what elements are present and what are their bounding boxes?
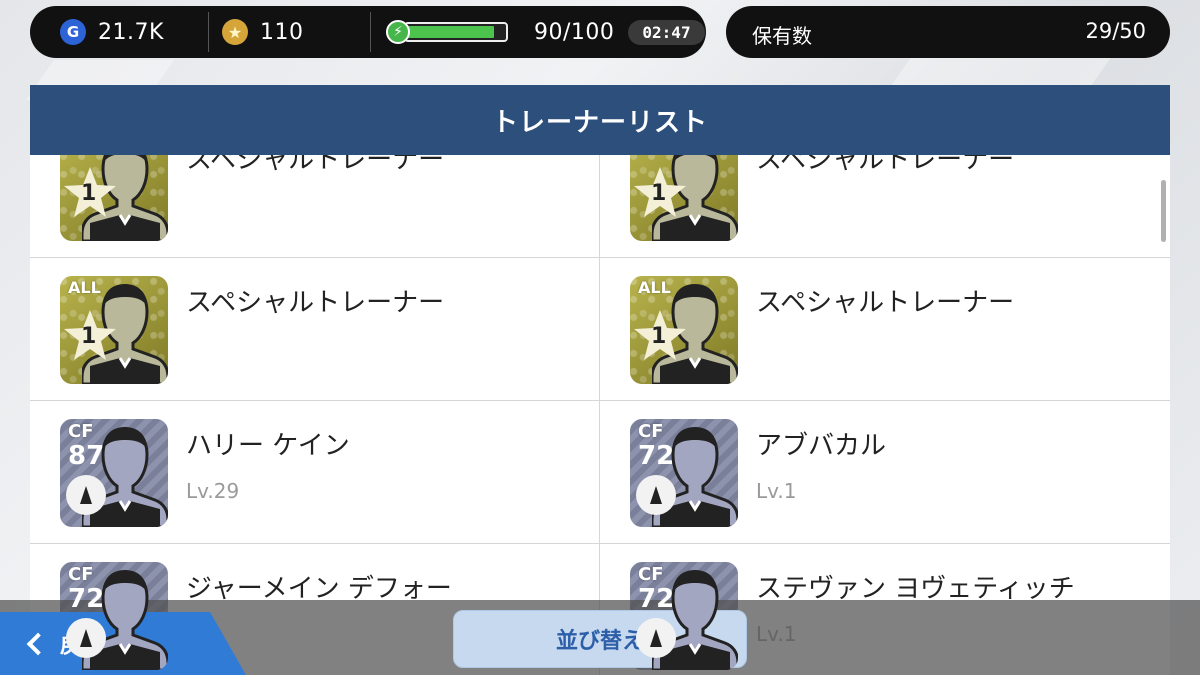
trainer-badge: ALL <box>638 278 671 297</box>
divider <box>208 12 209 52</box>
coin-value: 110 <box>260 19 304 45</box>
trainer-card[interactable]: ALL1 スペシャルトレーナー <box>600 155 1170 257</box>
trainer-row: ALL1 スペシャルトレーナー ALL1 スペシャルトレーナー <box>30 155 1170 258</box>
trainer-thumbnail: CF 87 <box>60 419 168 527</box>
trainer-rating: 72 <box>638 441 675 471</box>
trainer-card[interactable]: CF 87 ハリー ケイン Lv.29 <box>30 401 600 543</box>
gp-value: 21.7K <box>98 19 164 45</box>
trainer-position: CF <box>638 421 664 442</box>
energy-value: 90/100 <box>534 19 615 45</box>
trainer-level: Lv.1 <box>756 479 797 503</box>
divider <box>370 12 371 52</box>
g-coin-icon: G <box>60 19 86 45</box>
background-stripe <box>889 58 1111 88</box>
trainer-row: CF 87 ハリー ケイン Lv.29 CF 72 アブバカル Lv.1 <box>30 401 1170 544</box>
trainer-list-panel: トレーナーリスト ALL1スペシャルトレーナーALL1スペシャルトレーナーALL… <box>30 85 1170 675</box>
trainer-row: ALL 1 スペシャルトレーナー ALL 1 スペシャルトレーナー <box>30 258 1170 401</box>
trainer-position: CF <box>638 564 664 585</box>
trainer-position: CF <box>68 421 94 442</box>
owned-label: 保有数 <box>752 24 812 48</box>
trainer-card[interactable]: ALL1 スペシャルトレーナー <box>30 155 600 257</box>
trainer-name: スペシャルトレーナー <box>756 155 1015 175</box>
trainer-name: スペシャルトレーナー <box>186 288 445 318</box>
trainer-name: スペシャルトレーナー <box>756 288 1015 318</box>
trainer-rating: 72 <box>638 584 675 614</box>
star-coin-icon: ★ <box>222 19 248 45</box>
trainer-star-number: 1 <box>81 324 97 349</box>
cone-icon <box>636 618 676 658</box>
trainer-list[interactable]: ALL1スペシャルトレーナーALL1スペシャルトレーナーALL1スペシャルトレー… <box>30 155 1170 675</box>
trainer-position: CF <box>68 564 94 585</box>
trainer-thumbnail: ALL1 <box>630 155 738 241</box>
trainer-card[interactable]: ALL 1 スペシャルトレーナー <box>30 258 600 400</box>
cone-icon <box>636 475 676 515</box>
trainer-star-number: 1 <box>651 324 667 349</box>
energy-bar <box>404 22 508 42</box>
gp-display: G 21.7K <box>60 6 164 58</box>
trainer-name: スペシャルトレーナー <box>186 155 445 175</box>
chevron-left-icon <box>26 632 50 655</box>
trainer-thumbnail: ALL 1 <box>630 276 738 384</box>
trainer-name: ハリー ケイン <box>186 431 350 461</box>
trainer-card[interactable]: ALL 1 スペシャルトレーナー <box>600 258 1170 400</box>
trainer-name: アブバカル <box>756 431 887 461</box>
energy-display[interactable]: ⚡ 90/100 02:47 <box>386 6 705 58</box>
trainer-level: Lv.29 <box>186 479 240 503</box>
owned-value: 29/50 <box>1085 19 1146 43</box>
energy-timer: 02:47 <box>628 19 705 45</box>
panel-title: トレーナーリスト <box>30 85 1170 155</box>
trainer-star-number: 1 <box>81 181 97 206</box>
trainer-card[interactable]: CF 72 アブバカル Lv.1 <box>600 401 1170 543</box>
trainer-thumbnail: ALL 1 <box>60 276 168 384</box>
scrollbar[interactable] <box>1161 180 1166 242</box>
trainer-rating: 72 <box>68 584 105 614</box>
resource-bar: G 21.7K ★ 110 ⚡ 90/100 02:47 <box>30 6 706 58</box>
owned-count-bar: 保有数 29/50 <box>726 6 1170 58</box>
lightning-icon: ⚡ <box>386 20 410 44</box>
trainer-thumbnail: CF 72 <box>630 419 738 527</box>
cone-icon <box>66 475 106 515</box>
trainer-badge: ALL <box>68 278 101 297</box>
cone-icon <box>66 618 106 658</box>
trainer-star-number: 1 <box>651 181 667 206</box>
energy-bar-fill <box>408 26 495 38</box>
trainer-rating: 87 <box>68 441 105 471</box>
trainer-thumbnail: ALL1 <box>60 155 168 241</box>
coin-display[interactable]: ★ 110 <box>222 6 304 58</box>
